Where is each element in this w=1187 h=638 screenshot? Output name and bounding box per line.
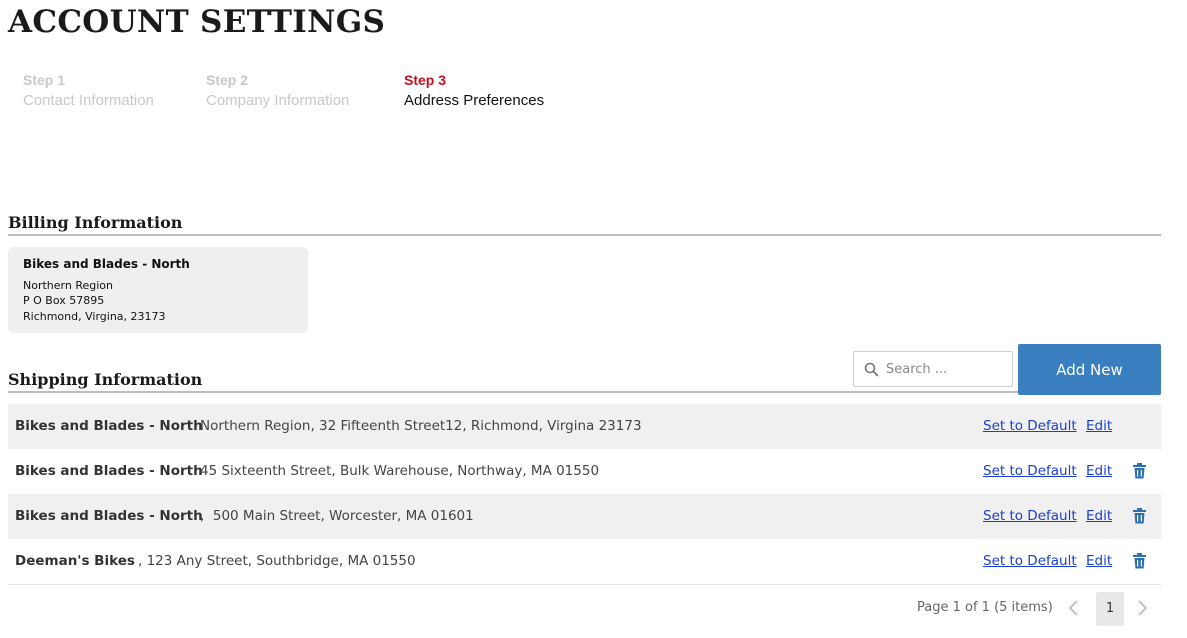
address-row-name: Bikes and Blades - North [15,463,203,479]
set-default-link[interactable]: Set to Default [983,508,1077,524]
address-row: Bikes and Blades - North , 500 Main Stre… [8,494,1161,539]
step-1-name: Contact Information [23,92,154,109]
step-1: Step 1 Contact Information [23,72,154,109]
address-row: Bikes and Blades - North 45 Sixteenth St… [8,449,1161,494]
search-icon [864,362,879,377]
chevron-right-icon[interactable] [1135,598,1149,623]
edit-link[interactable]: Edit [1086,418,1112,434]
page-title: ACCOUNT SETTINGS [8,4,386,40]
add-new-button[interactable]: Add New [1018,344,1161,395]
step-2-number: Step 2 [206,72,249,88]
edit-link[interactable]: Edit [1086,463,1112,479]
page-1-button[interactable]: 1 [1096,592,1124,626]
step-2: Step 2 Company Information [206,72,349,109]
step-3-name: Address Preferences [404,92,545,109]
step-1-number: Step 1 [23,72,66,88]
address-row-address: , 123 Any Street, Southbridge, MA 01550 [138,553,416,569]
pagination-info: Page 1 of 1 (5 items) [917,600,1053,615]
billing-line-3: Richmond, Virgina, 23173 [23,309,166,323]
address-row-address: , 500 Main Street, Worcester, MA 01601 [200,508,474,524]
address-row: Deeman's Bikes , 123 Any Street, Southbr… [8,539,1161,585]
set-default-link[interactable]: Set to Default [983,463,1077,479]
search-input[interactable] [886,359,1006,379]
step-3-number: Step 3 [404,72,447,88]
step-2-name: Company Information [206,92,350,109]
billing-line-2: P O Box 57895 [23,294,105,307]
trash-icon[interactable] [1132,508,1147,528]
billing-line-1: Northern Region [23,278,113,292]
address-row-name: Bikes and Blades - North [15,508,203,524]
address-row-name: Deeman's Bikes [15,553,135,569]
address-row-name: Bikes and Blades - North [15,418,203,434]
step-3: Step 3 Address Preferences [404,72,544,109]
set-default-link[interactable]: Set to Default [983,418,1077,434]
search-box[interactable] [853,351,1013,387]
address-row-address: 45 Sixteenth Street, Bulk Warehouse, Nor… [200,463,600,479]
address-row: Bikes and Blades - North Northern Region… [8,404,1161,449]
billing-name: Bikes and Blades - North [23,257,190,271]
set-default-link[interactable]: Set to Default [983,553,1077,569]
billing-heading: Billing Information [8,213,1161,236]
billing-address-card: Bikes and Blades - North Northern Region… [8,247,308,333]
edit-link[interactable]: Edit [1086,508,1112,524]
address-row-address: Northern Region, 32 Fifteenth Street12, … [200,418,642,434]
edit-link[interactable]: Edit [1086,553,1112,569]
shipping-address-list: Bikes and Blades - North Northern Region… [8,404,1161,585]
trash-icon[interactable] [1132,463,1147,483]
trash-icon[interactable] [1132,553,1147,573]
chevron-left-icon[interactable] [1067,598,1081,623]
